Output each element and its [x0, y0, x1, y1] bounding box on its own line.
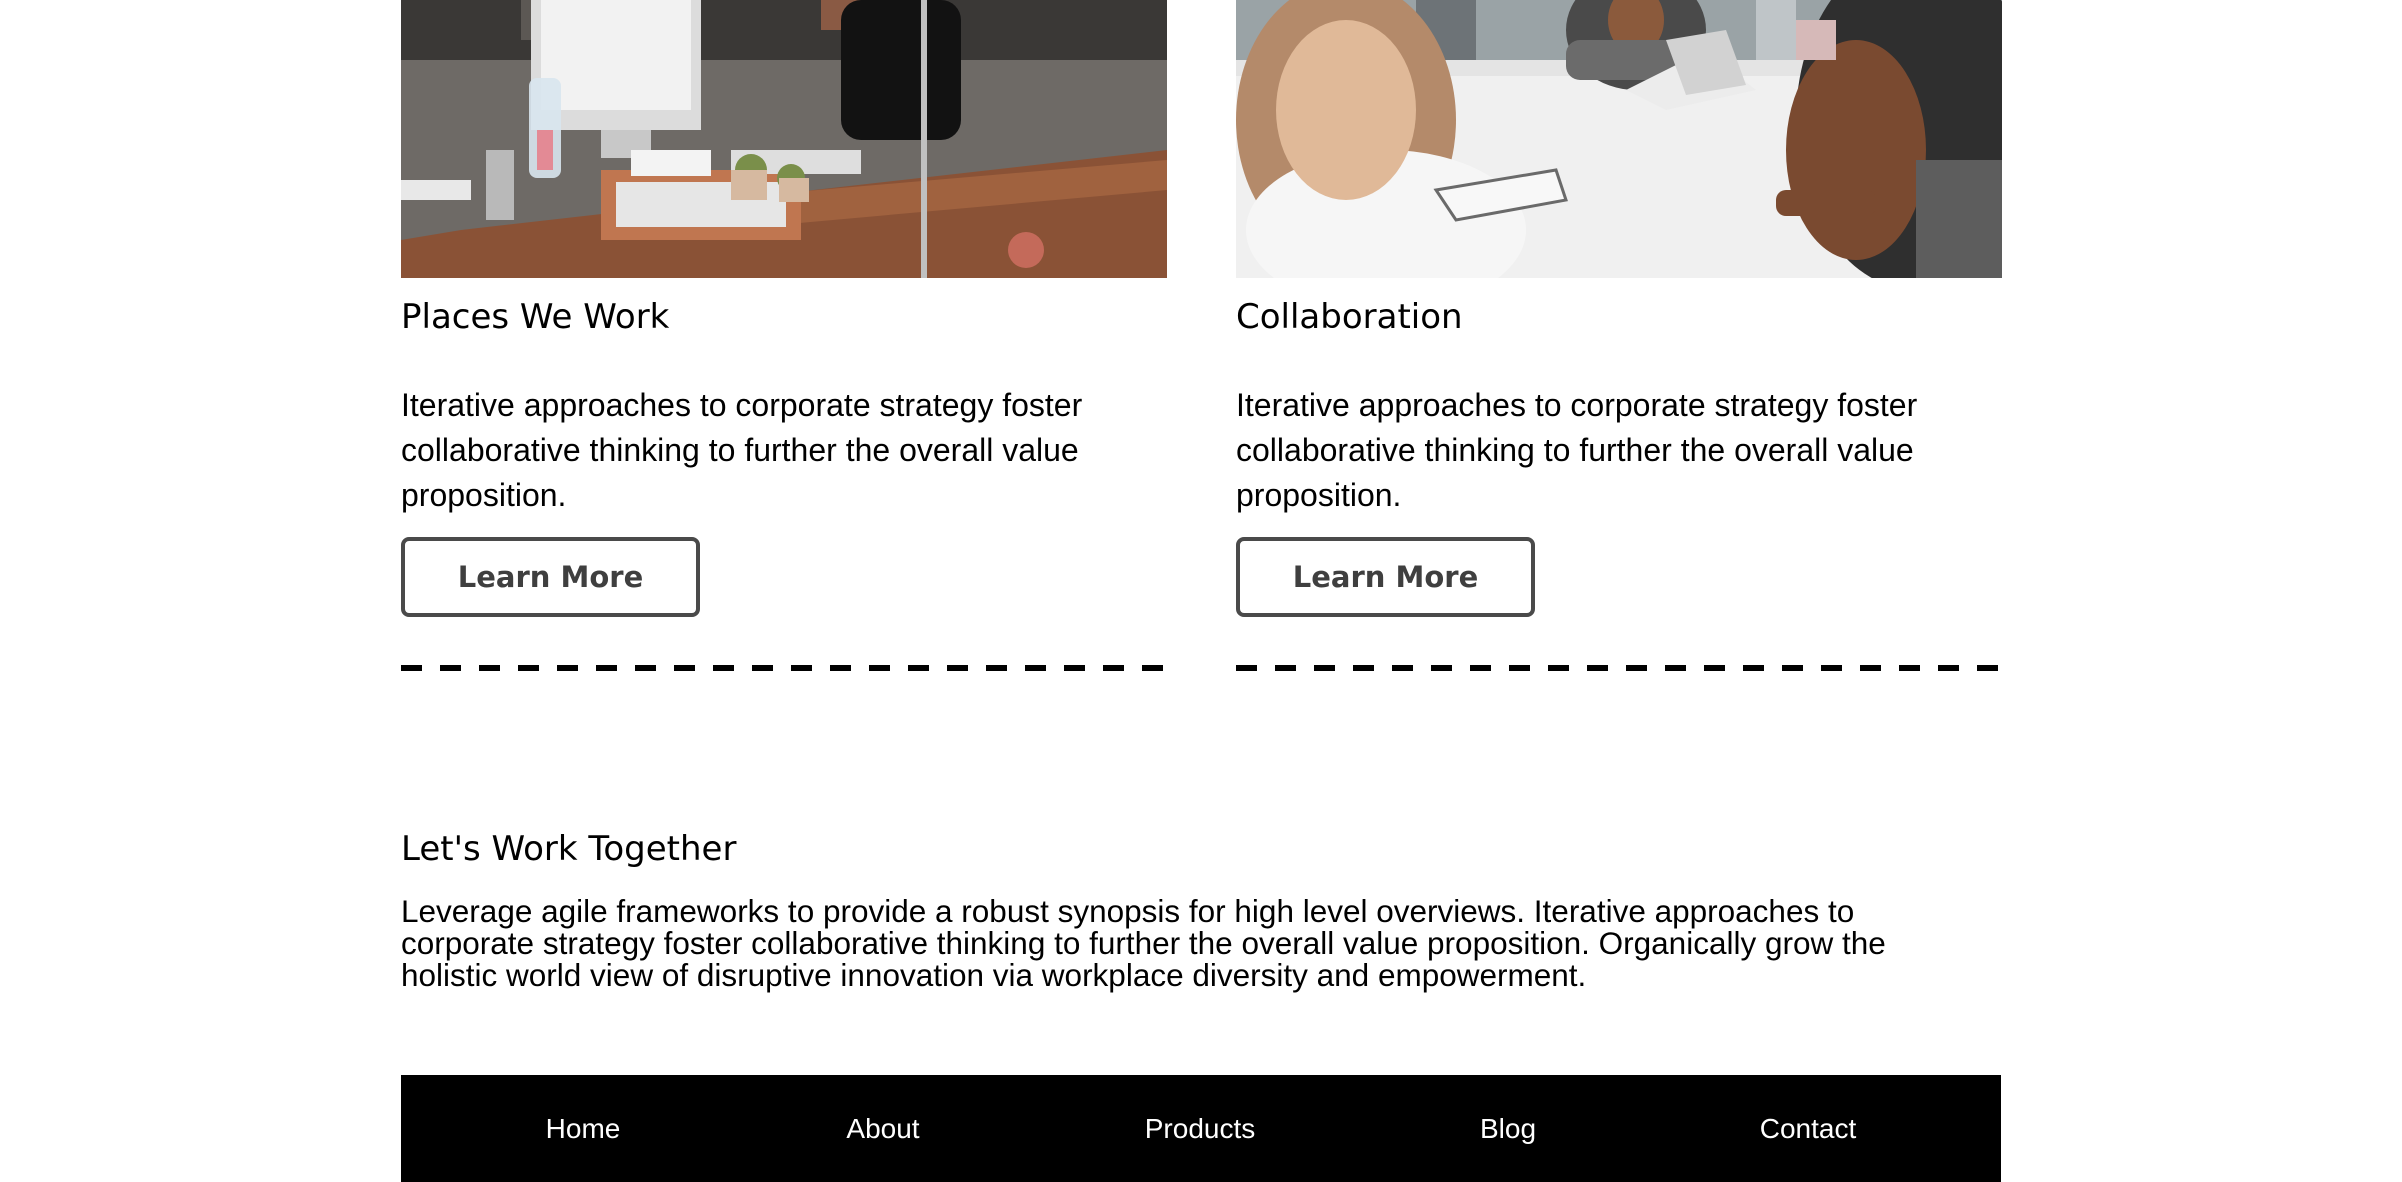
card-description: Iterative approaches to corporate strate… [1236, 387, 1918, 513]
dashed-divider [401, 665, 1167, 671]
card-title: Places We Work [401, 297, 670, 337]
footer-nav: Home About Products Blog Contact [401, 1075, 2001, 1182]
section-heading: Let's Work Together [401, 829, 737, 869]
dashed-divider [1236, 665, 2002, 671]
footer-link-blog[interactable]: Blog [1480, 1075, 1536, 1182]
learn-more-button[interactable]: Learn More [401, 537, 700, 617]
office-workspace-image [401, 0, 1167, 278]
footer-link-contact[interactable]: Contact [1760, 1075, 1857, 1182]
card-description: Iterative approaches to corporate strate… [401, 387, 1083, 513]
learn-more-button[interactable]: Learn More [1236, 537, 1535, 617]
footer-link-about[interactable]: About [846, 1075, 919, 1182]
footer-link-products[interactable]: Products [1145, 1075, 1256, 1182]
meeting-collaboration-image [1236, 0, 2002, 278]
card-title: Collaboration [1236, 297, 1463, 337]
section-paragraph: Leverage agile frameworks to provide a r… [401, 893, 1886, 993]
footer-link-home[interactable]: Home [546, 1075, 621, 1182]
page-content: Places We Work Iterative approaches to c… [401, 0, 2002, 1182]
